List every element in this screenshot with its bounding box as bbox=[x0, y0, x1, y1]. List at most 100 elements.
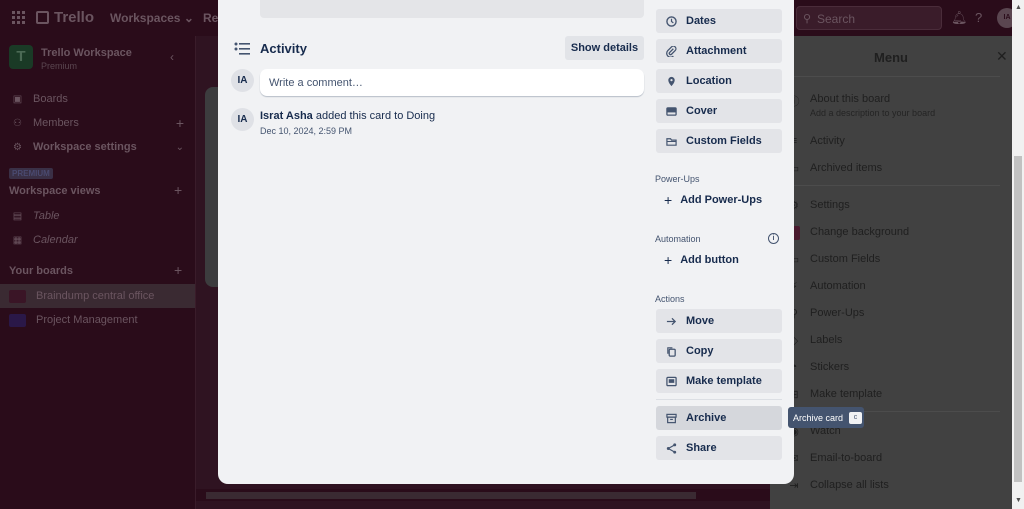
menu-item-activity[interactable]: ≡Activity bbox=[788, 135, 845, 147]
custom-fields-button[interactable]: Custom Fields bbox=[656, 129, 782, 153]
board-color-swatch bbox=[9, 313, 26, 327]
menu-item-stickers[interactable]: ◔ Stickers bbox=[788, 361, 849, 373]
dates-button[interactable]: Dates bbox=[656, 9, 782, 33]
sidebar-item-boards[interactable]: ▣ Boards bbox=[12, 93, 192, 105]
search-icon: ⚲ bbox=[803, 13, 812, 25]
move-button[interactable]: Move bbox=[656, 309, 782, 333]
close-icon[interactable]: ✕ bbox=[996, 48, 1008, 65]
notifications-icon[interactable]: 🔔︎ bbox=[951, 10, 968, 26]
sidebar-item-workspace-settings[interactable]: ⚙ Workspace settings ⌄ bbox=[12, 141, 192, 153]
activity-heading: Activity bbox=[260, 41, 307, 56]
activity-icon bbox=[234, 42, 250, 55]
menu-item-power-ups[interactable]: ⚲ Power-Ups bbox=[788, 307, 864, 320]
table-icon: ▤ bbox=[12, 210, 23, 222]
activity-entry: Israt Asha added this card to Doing bbox=[260, 110, 436, 122]
avatar: IA bbox=[231, 69, 254, 92]
scroll-up-icon[interactable]: ▲ bbox=[1015, 4, 1022, 11]
template-icon bbox=[666, 376, 677, 386]
cover-button[interactable]: Cover bbox=[656, 99, 782, 123]
paperclip-icon bbox=[666, 45, 677, 57]
share-button[interactable]: Share bbox=[656, 436, 782, 460]
add-board-icon[interactable]: + bbox=[174, 262, 182, 278]
add-button-button[interactable]: + Add button bbox=[664, 252, 739, 268]
automation-heading: Automation bbox=[655, 234, 701, 244]
menu-item-custom-fields[interactable]: ▭ Custom Fields bbox=[788, 253, 881, 266]
workspace-logo: T bbox=[9, 45, 33, 69]
copy-button[interactable]: Copy bbox=[656, 339, 782, 363]
archive-card-tooltip: Archive card c bbox=[788, 407, 864, 428]
premium-badge: PREMIUM bbox=[9, 168, 53, 179]
sidebar-board-item[interactable]: Braindump central office bbox=[0, 284, 195, 308]
info-icon[interactable]: i bbox=[768, 233, 779, 244]
attachment-button[interactable]: Attachment bbox=[656, 39, 782, 63]
board-color-swatch bbox=[9, 289, 26, 303]
menu-item-labels[interactable]: ◇ Labels bbox=[788, 334, 843, 347]
person-icon: ⚇ bbox=[13, 117, 22, 129]
trello-logo-icon bbox=[36, 11, 49, 24]
show-details-button[interactable]: Show details bbox=[565, 36, 644, 60]
copy-icon bbox=[667, 346, 676, 357]
menu-item-archived[interactable]: ▭ Archived items bbox=[788, 162, 882, 175]
actions-divider bbox=[656, 399, 782, 400]
plus-icon: + bbox=[664, 192, 673, 208]
collapse-sidebar-icon[interactable]: ‹ bbox=[170, 50, 174, 64]
menu-item-email-to-board[interactable]: ✉ Email-to-board bbox=[788, 452, 882, 465]
chevron-down-icon: ⌄ bbox=[183, 11, 194, 25]
board-icon: ▣ bbox=[12, 93, 23, 105]
sidebar-item-calendar[interactable]: ▦ Calendar bbox=[12, 234, 192, 246]
arrow-right-icon bbox=[666, 317, 677, 325]
menu-item-change-background[interactable]: Change background bbox=[788, 226, 909, 240]
horizontal-scrollbar[interactable] bbox=[196, 489, 771, 501]
sidebar-board-item[interactable]: Project Management bbox=[0, 308, 195, 332]
menu-divider bbox=[782, 185, 1000, 186]
help-icon[interactable]: ? bbox=[975, 10, 982, 25]
comment-input[interactable] bbox=[260, 69, 644, 96]
card-detail-dialog: Activity Show details IA IA Israt Asha a… bbox=[218, 0, 794, 484]
description-area[interactable] bbox=[260, 0, 644, 18]
add-member-icon[interactable]: + bbox=[176, 115, 184, 131]
menu-item-automation[interactable]: ⚡︎Automation bbox=[788, 280, 866, 293]
location-pin-icon bbox=[668, 76, 675, 86]
calendar-icon: ▦ bbox=[12, 234, 23, 246]
add-view-icon[interactable]: + bbox=[174, 182, 182, 198]
sidebar-item-table[interactable]: ▤ Table bbox=[12, 210, 192, 222]
page-vertical-scrollbar[interactable]: ▲ ▼ bbox=[1012, 0, 1024, 509]
workspaces-menu[interactable]: Workspaces ⌄ bbox=[110, 11, 194, 25]
clock-icon bbox=[666, 15, 677, 27]
menu-item-make-template[interactable]: ⊞ Make template bbox=[788, 388, 882, 401]
avatar: IA bbox=[231, 108, 254, 131]
keyboard-shortcut-key: c bbox=[849, 411, 863, 424]
power-ups-heading: Power-Ups bbox=[655, 174, 700, 184]
workspace-plan: Premium bbox=[41, 61, 78, 71]
menu-divider bbox=[782, 76, 1000, 77]
add-power-ups-button[interactable]: + Add Power-Ups bbox=[664, 192, 762, 208]
menu-title: Menu bbox=[874, 50, 908, 65]
search-input[interactable]: ⚲ Search bbox=[796, 6, 942, 30]
workspace-views-heading: Workspace views bbox=[9, 185, 101, 197]
share-icon bbox=[666, 442, 677, 454]
menu-item-about[interactable]: ⓘ About this board Add a description to yo… bbox=[788, 93, 936, 118]
scroll-down-icon[interactable]: ▼ bbox=[1015, 497, 1022, 504]
workspace-name: Trello Workspace bbox=[41, 47, 132, 59]
workspace-sidebar: T Trello Workspace Premium ‹ ▣ Boards ⚇ Me… bbox=[0, 36, 196, 509]
menu-item-settings[interactable]: ⚙ Settings bbox=[788, 199, 850, 212]
app-switcher-icon[interactable] bbox=[12, 11, 25, 24]
your-boards-heading: Your boards bbox=[9, 265, 73, 277]
archive-button[interactable]: Archive bbox=[656, 406, 782, 430]
board-menu-panel: Menu ✕ ⓘ About this board Add a descriptio… bbox=[770, 36, 1012, 509]
activity-timestamp[interactable]: Dec 10, 2024, 2:59 PM bbox=[260, 126, 352, 136]
scrollbar-thumb[interactable] bbox=[206, 492, 696, 499]
actions-heading: Actions bbox=[655, 294, 685, 304]
chevron-down-icon: ⌄ bbox=[175, 141, 184, 153]
activity-user[interactable]: Israt Asha bbox=[260, 110, 313, 122]
menu-item-collapse-lists[interactable]: ⇥ Collapse all lists bbox=[788, 479, 888, 492]
scrollbar-thumb[interactable] bbox=[1014, 156, 1022, 482]
workspace-header[interactable]: T Trello Workspace Premium bbox=[9, 45, 132, 71]
make-template-button[interactable]: Make template bbox=[656, 369, 782, 393]
trello-logo[interactable]: Trello bbox=[36, 9, 94, 26]
cover-icon bbox=[666, 106, 677, 116]
sidebar-item-members[interactable]: ⚇ Members + bbox=[12, 115, 192, 131]
custom-fields-icon bbox=[666, 137, 677, 146]
location-button[interactable]: Location bbox=[656, 69, 782, 93]
archive-icon bbox=[666, 413, 677, 423]
